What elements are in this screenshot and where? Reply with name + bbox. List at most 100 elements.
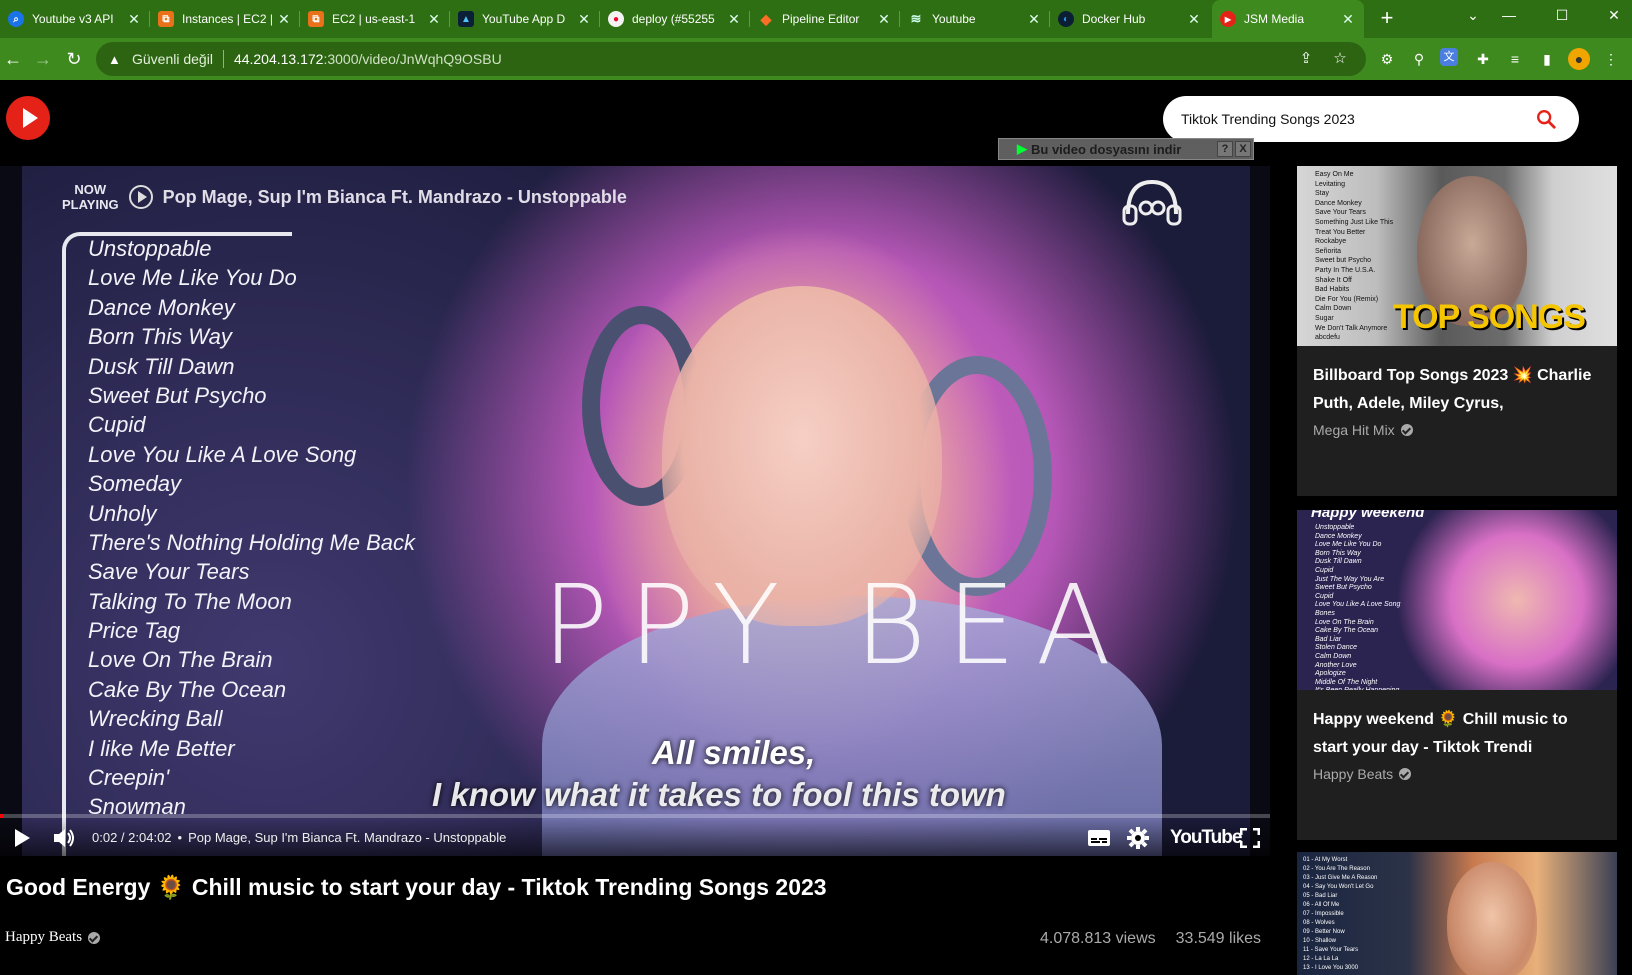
tab-youtube[interactable]: ≋ Youtube ✕	[900, 0, 1050, 38]
close-icon[interactable]: ✕	[1186, 11, 1202, 28]
tab-pipeline-editor[interactable]: ◆ Pipeline Editor ✕	[750, 0, 900, 38]
back-icon[interactable]: ←	[0, 46, 26, 72]
thumbnail-track: Cake By The Ocean	[1315, 627, 1379, 635]
close-icon[interactable]: ✕	[576, 11, 592, 28]
video-thumbnail[interactable]: Happy weekend Unstoppable Dance Monkey Lov…	[1297, 510, 1617, 690]
search-input[interactable]	[1181, 111, 1521, 127]
aws-icon: ⧉	[158, 11, 174, 27]
related-channel-name[interactable]: Happy Beats	[1313, 766, 1393, 782]
video-frame[interactable]: NOW PLAYING Pop Mage, Sup I'm Bianca Ft.…	[22, 166, 1250, 856]
reload-icon[interactable]: ↻	[61, 46, 87, 72]
now-playing-song: Pop Mage, Sup I'm Bianca Ft. Mandrazo - …	[162, 186, 627, 207]
playlist-item: Wrecking Ball	[88, 706, 223, 732]
search-icon: ⌕	[8, 11, 24, 27]
tab-jsm-media[interactable]: ▶ JSM Media ✕	[1212, 0, 1364, 38]
channel-name[interactable]: Happy Beats	[5, 929, 82, 946]
playlist-item: There's Nothing Holding Me Back	[88, 529, 416, 555]
download-label[interactable]: Bu video dosyasını indir	[1031, 142, 1217, 157]
youtube-wordmark[interactable]: YouTube	[1170, 827, 1242, 849]
thumbnail-track: 04 - Say You Won't Let Go	[1303, 884, 1374, 890]
settings-button[interactable]	[1124, 824, 1152, 852]
playing-label: PLAYING	[62, 197, 119, 212]
volume-button[interactable]	[50, 824, 78, 852]
fullscreen-button[interactable]	[1236, 824, 1264, 852]
thumbnail-track: Bones	[1315, 609, 1335, 617]
thumbnail-track: 03 - Just Give Me A Reason	[1303, 875, 1378, 881]
app-logo[interactable]	[6, 96, 50, 140]
maximize-icon[interactable]: ☐	[1544, 0, 1580, 30]
thumbnail-track: Another Love	[1315, 661, 1357, 669]
related-video-card[interactable]: 01 - At My Worst 02 - You Are The Reason 0…	[1297, 852, 1617, 975]
new-tab-button[interactable]: +	[1375, 7, 1399, 31]
thumbnail-track: Dance Monkey	[1315, 532, 1362, 540]
tab-title: deploy (#55255	[632, 12, 715, 26]
tab-ec2-region[interactable]: ⧉ EC2 | us-east-1 ✕	[300, 0, 450, 38]
tab-deploy[interactable]: ● deploy (#55255 ✕	[600, 0, 750, 38]
extensions-puzzle-icon[interactable]: ✚	[1472, 48, 1494, 70]
play-button[interactable]	[8, 824, 36, 852]
help-button[interactable]: ?	[1217, 141, 1233, 157]
close-icon[interactable]: ✕	[426, 11, 442, 28]
close-download-button[interactable]: X	[1235, 141, 1251, 157]
tab-ec2-instances[interactable]: ⧉ Instances | EC2 | ✕	[150, 0, 300, 38]
related-video-title[interactable]: Happy weekend 🌻 Chill music to start you…	[1313, 706, 1603, 762]
verified-check-icon	[1399, 768, 1412, 780]
channel-info[interactable]: Happy Beats	[5, 929, 101, 946]
related-video-card[interactable]: Easy On Me Levitating Stay Dance Monkey Save…	[1297, 166, 1617, 496]
github-icon: ●	[608, 11, 624, 27]
close-icon[interactable]: ✕	[276, 11, 292, 28]
tab-search-icon[interactable]: ⌄	[1455, 0, 1491, 30]
verified-check-icon	[1400, 424, 1413, 436]
thumbnail-headline: TOP SONGS	[1393, 298, 1586, 336]
video-title: Good Energy 🌻 Chill music to start your …	[6, 874, 827, 901]
thumbnail-track: Love You Like A Love Song	[1315, 601, 1401, 609]
media-control-icon[interactable]: ≡	[1504, 48, 1526, 70]
video-player[interactable]: NOW PLAYING Pop Mage, Sup I'm Bianca Ft.…	[0, 166, 1270, 856]
video-thumbnail[interactable]: 01 - At My Worst 02 - You Are The Reason 0…	[1297, 852, 1617, 975]
profile-avatar[interactable]: ●	[1568, 48, 1590, 70]
aws-icon: ⧉	[308, 11, 324, 27]
related-video-card[interactable]: Happy weekend Unstoppable Dance Monkey Lov…	[1297, 510, 1617, 840]
side-panel-icon[interactable]: ▮	[1536, 48, 1558, 70]
video-thumbnail[interactable]: Easy On Me Levitating Stay Dance Monkey Save…	[1297, 166, 1617, 346]
download-video-bar[interactable]: ▶ Bu video dosyasını indir ? X	[998, 138, 1254, 160]
extension-dropper-icon[interactable]: ⚲	[1408, 48, 1430, 70]
tab-docker-hub[interactable]: ◐ Docker Hub ✕	[1050, 0, 1210, 38]
tab-youtube-app[interactable]: ▲ YouTube App D ✕	[450, 0, 600, 38]
thumbnail-track: Love On The Brain	[1315, 618, 1374, 626]
translate-icon[interactable]: 文	[1440, 48, 1458, 66]
minimize-icon[interactable]: —	[1491, 0, 1527, 30]
close-icon[interactable]: ✕	[1026, 11, 1042, 28]
close-icon[interactable]: ✕	[1340, 11, 1356, 28]
related-channel[interactable]: Mega Hit Mix	[1313, 422, 1413, 438]
related-channel-name[interactable]: Mega Hit Mix	[1313, 422, 1395, 438]
sunflower-emoji: 🌻	[156, 874, 186, 900]
address-bar[interactable]: ▲ Güvenli değil 44.204.13.172 :3000/vide…	[96, 42, 1366, 76]
bookmark-star-icon[interactable]: ☆	[1330, 49, 1350, 69]
playlist-item: Love Me Like You Do	[88, 265, 297, 291]
now-playing-banner: NOW PLAYING Pop Mage, Sup I'm Bianca Ft.…	[62, 182, 627, 212]
subtitles-icon	[1088, 830, 1110, 846]
extension-icon[interactable]: ⚙	[1376, 48, 1398, 70]
close-icon[interactable]: ✕	[876, 11, 892, 28]
url-path: :3000/video/JnWqhQ9OSBU	[323, 51, 502, 67]
playlist-item: Dance Monkey	[88, 294, 235, 320]
gear-icon	[1127, 827, 1149, 849]
menu-kebab-icon[interactable]: ⋮	[1600, 48, 1622, 70]
close-window-icon[interactable]: ✕	[1596, 0, 1632, 30]
playlist-item: Unstoppable	[88, 236, 212, 261]
tab-youtube-api[interactable]: ⌕ Youtube v3 API ✕	[0, 0, 150, 38]
share-icon[interactable]: ⇪	[1296, 49, 1316, 69]
chapter-title[interactable]: Pop Mage, Sup I'm Bianca Ft. Mandrazo - …	[188, 830, 506, 845]
magnifier-icon[interactable]	[1535, 108, 1557, 130]
related-channel[interactable]: Happy Beats	[1313, 766, 1412, 782]
thumbnail-track: Die For You (Remix)	[1315, 295, 1379, 303]
subtitles-button[interactable]	[1085, 824, 1113, 852]
thumbnail-track: 06 - All Of Me	[1303, 902, 1340, 908]
forward-icon[interactable]: →	[30, 46, 56, 72]
related-video-title[interactable]: Billboard Top Songs 2023 💥 Charlie Puth,…	[1313, 362, 1603, 418]
thumbnail-tracklist: Easy On Me Levitating Stay Dance Monkey Save…	[1315, 170, 1393, 343]
headphones-logo-icon	[1122, 179, 1182, 226]
close-icon[interactable]: ✕	[726, 11, 742, 28]
close-icon[interactable]: ✕	[126, 11, 142, 28]
